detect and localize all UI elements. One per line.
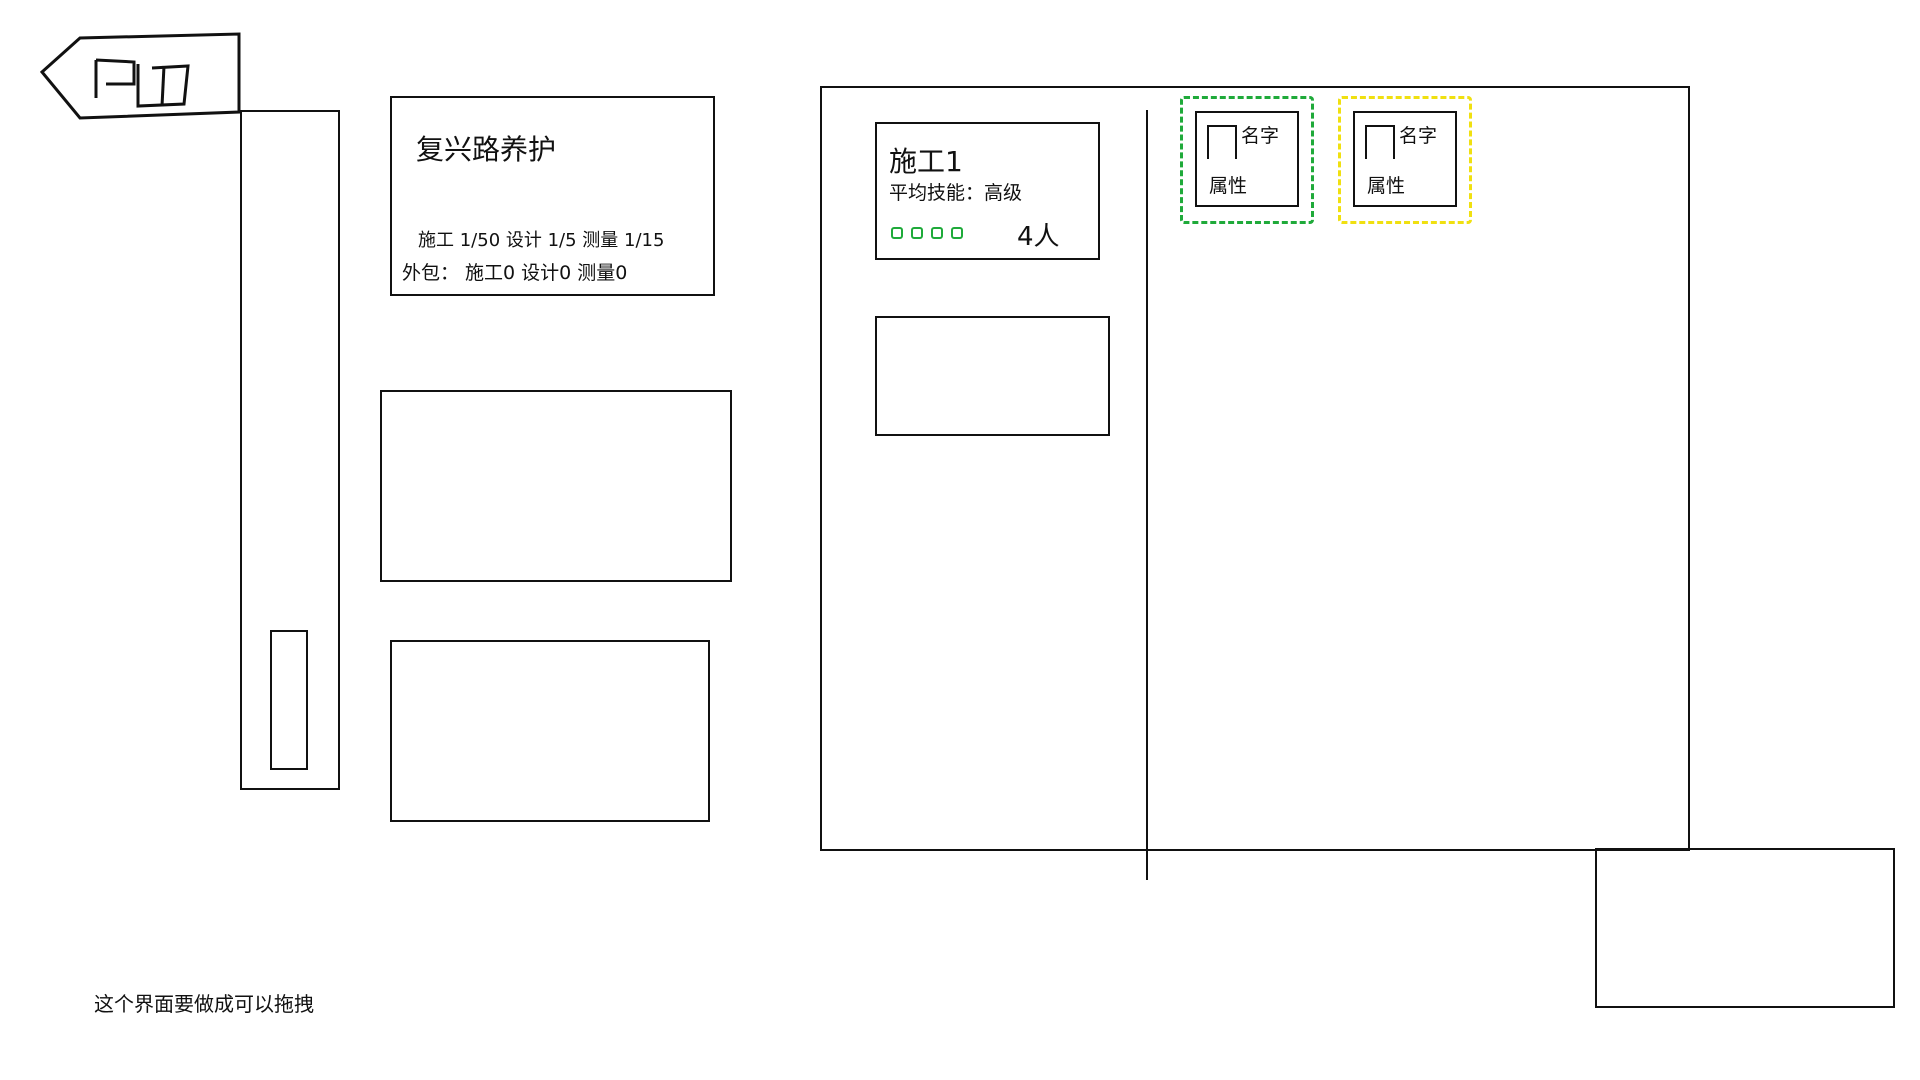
member-card-frame-green[interactable]: 名字 属性	[1180, 96, 1314, 224]
skill-dot-icon	[891, 227, 903, 239]
member-card[interactable]: 名字 属性	[1353, 111, 1457, 207]
skill-dot-icon	[931, 227, 943, 239]
project-outsource-line: 外包： 施工0 设计0 测量0	[402, 262, 628, 284]
footer-note: 这个界面要做成可以拖拽	[94, 992, 314, 1016]
member-card[interactable]: 名字 属性	[1195, 111, 1299, 207]
member-attr: 属性	[1367, 175, 1406, 197]
member-attr: 属性	[1209, 175, 1248, 197]
team-skill-dots	[891, 224, 971, 243]
project-card-empty[interactable]	[380, 390, 732, 582]
team-panel-divider	[1146, 110, 1148, 880]
skill-dot-icon	[911, 227, 923, 239]
team-card-empty[interactable]	[875, 316, 1110, 436]
drop-panel[interactable]	[1595, 848, 1895, 1008]
member-name: 名字	[1399, 125, 1438, 147]
member-card-frame-yellow[interactable]: 名字 属性	[1338, 96, 1472, 224]
team-name: 施工1	[889, 145, 963, 178]
team-card[interactable]: 施工1 平均技能：高级 4人	[875, 122, 1100, 260]
left-rail-handle[interactable]	[270, 630, 308, 770]
project-card-empty[interactable]	[390, 640, 710, 822]
team-avg-skill: 平均技能：高级	[889, 182, 1023, 204]
member-avatar	[1207, 125, 1237, 159]
team-member-count: 4人	[1017, 222, 1060, 252]
back-button[interactable]	[34, 26, 242, 122]
project-card[interactable]: 复兴路养护 施工 1/50 设计 1/5 测量 1/15 外包： 施工0 设计0…	[390, 96, 715, 296]
project-staff-line: 施工 1/50 设计 1/5 测量 1/15	[418, 230, 665, 251]
back-tag-icon	[39, 32, 241, 120]
project-title: 复兴路养护	[416, 133, 557, 166]
member-avatar	[1365, 125, 1395, 159]
member-name: 名字	[1241, 125, 1280, 147]
skill-dot-icon	[951, 227, 963, 239]
